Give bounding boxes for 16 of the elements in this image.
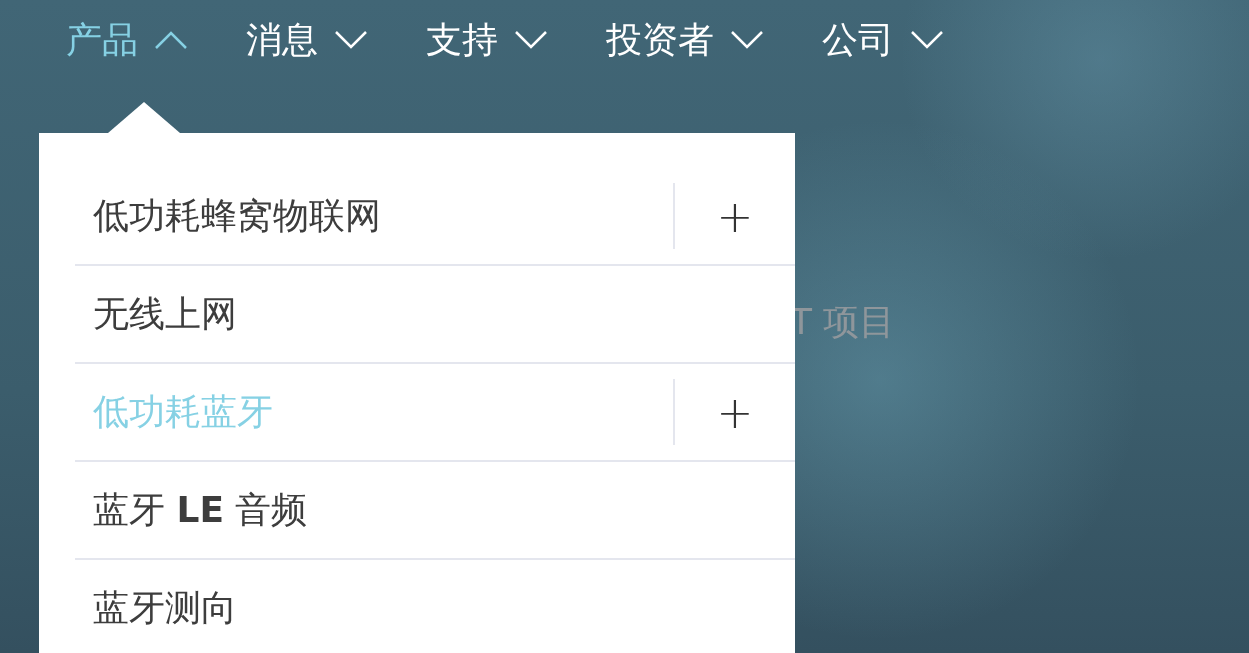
chevron-down-icon: [514, 30, 548, 50]
expand-button[interactable]: +: [673, 379, 795, 445]
chevron-down-icon: [334, 30, 368, 50]
nav-item[interactable]: 消息: [246, 14, 368, 66]
nav-item[interactable]: 产品: [66, 14, 188, 66]
nav-item[interactable]: 投资者: [606, 14, 764, 66]
chevron-up-icon: [154, 30, 188, 50]
chevron-down-icon: [910, 30, 944, 50]
menu-item[interactable]: 无线上网: [75, 289, 795, 339]
menu-item[interactable]: 低功耗蜂窝物联网: [75, 191, 673, 241]
chevron-down-icon: [730, 30, 764, 50]
nav-item[interactable]: 支持: [426, 14, 548, 66]
menu-item[interactable]: 蓝牙 LE 音频: [75, 485, 795, 535]
nav-item[interactable]: 公司: [822, 14, 944, 66]
expand-button[interactable]: +: [673, 183, 795, 249]
menu-item[interactable]: 蓝牙测向: [75, 583, 795, 633]
